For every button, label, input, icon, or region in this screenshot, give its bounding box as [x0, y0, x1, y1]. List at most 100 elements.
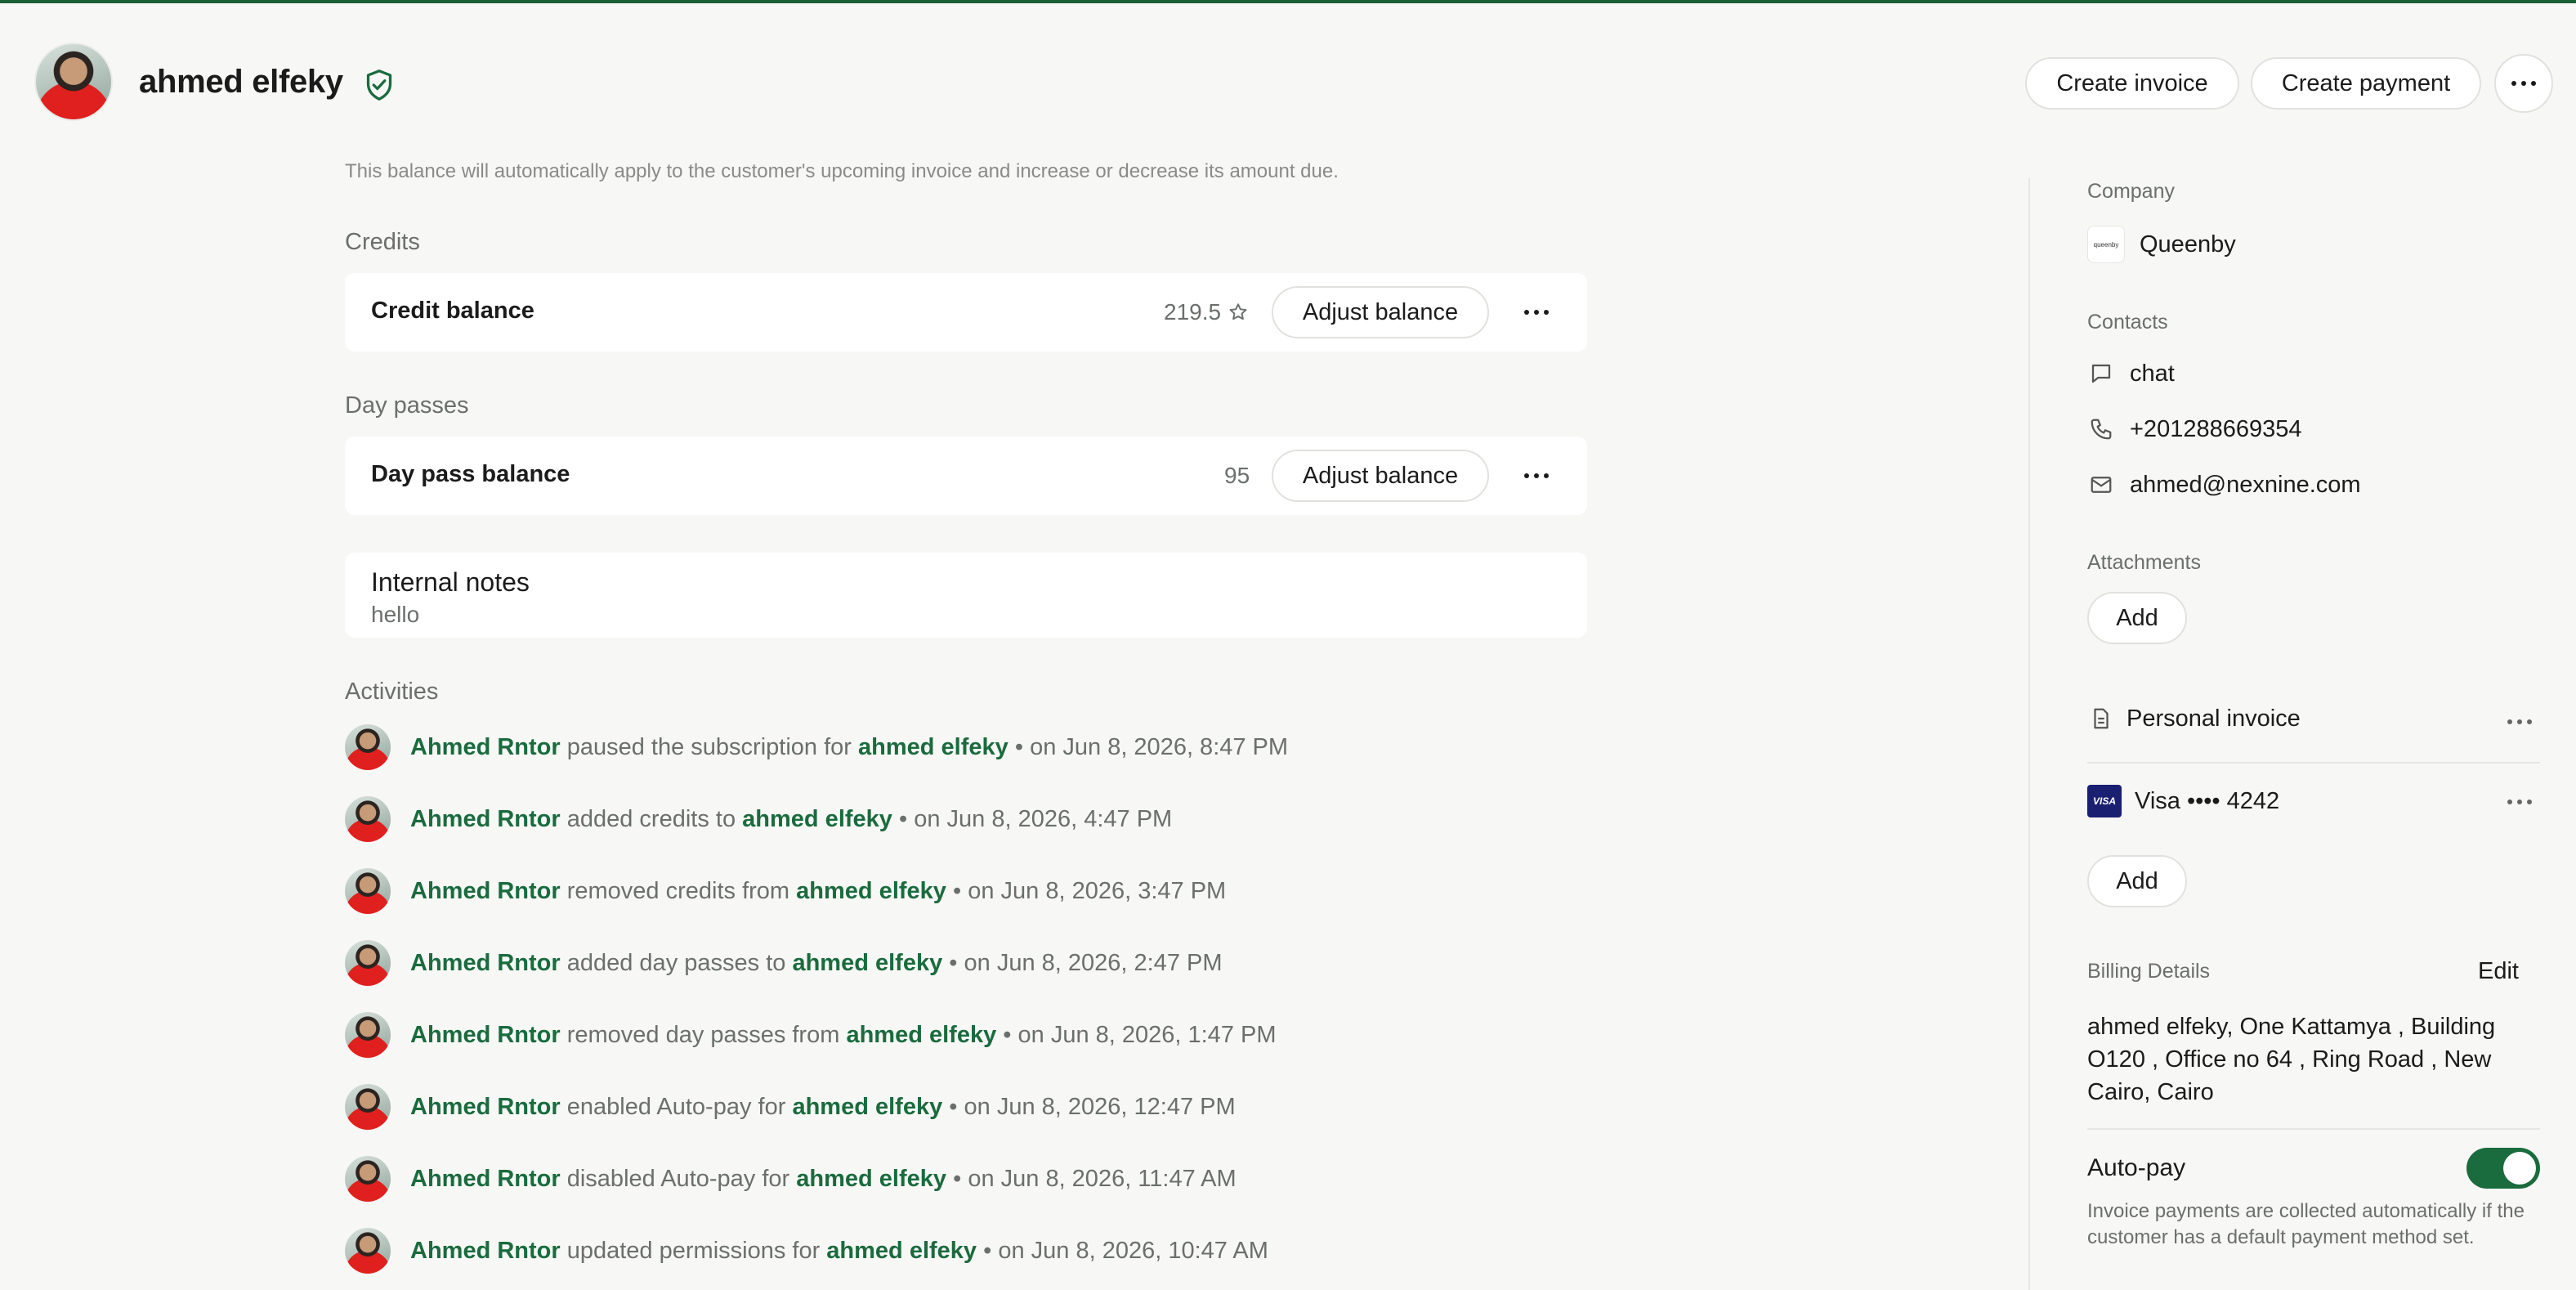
activity-target[interactable]: ahmed elfeky [796, 878, 946, 904]
activity-actor[interactable]: Ahmed Rntor [410, 1022, 561, 1048]
more-dots-icon [1524, 310, 1549, 315]
activity-target[interactable]: ahmed elfeky [846, 1022, 996, 1048]
add-payment-method-button[interactable]: Add [2087, 855, 2187, 907]
page-header: ahmed elfeky Create invoice Create payme… [0, 3, 2576, 157]
contact-chat-label: chat [2130, 360, 2175, 387]
personal-invoice-more-button[interactable] [2507, 719, 2532, 724]
personal-invoice-label: Personal invoice [2127, 705, 2301, 732]
credit-balance-value-wrap: 219.5 [1164, 299, 1249, 325]
payment-card-item[interactable]: VISA Visa •••• 4242 [2087, 785, 2279, 817]
credit-balance-card: Credit balance 219.5 Adjust balance [345, 273, 1587, 352]
billing-address: ahmed elfeky, One Kattamya , Building O1… [2087, 1014, 2496, 1105]
credit-balance-title: Credit balance [371, 298, 534, 324]
more-dots-icon [2507, 800, 2532, 804]
company-logo: queenby [2087, 226, 2125, 263]
activity-actor[interactable]: Ahmed Rntor [410, 1238, 561, 1264]
activity-target[interactable]: ahmed elfeky [858, 734, 1008, 760]
activity-time: on Jun 8, 2026, 12:47 PM [964, 1093, 1236, 1120]
contacts-label: Contacts [2087, 311, 2168, 334]
activity-action: paused the subscription for [566, 733, 852, 760]
activity-actor[interactable]: Ahmed Rntor [410, 806, 561, 832]
add-attachment-button[interactable]: Add [2087, 592, 2187, 644]
attachments-label: Attachments [2087, 551, 2201, 574]
activity-target[interactable]: ahmed elfeky [826, 1238, 977, 1264]
day-pass-balance-title: Day pass balance [371, 461, 570, 487]
autopay-toggle[interactable] [2466, 1148, 2540, 1189]
activity-target[interactable]: ahmed elfeky [742, 806, 892, 832]
activity-item: Ahmed Rntor disabled Auto-pay for ahmed … [345, 1154, 1237, 1203]
day-pass-balance-card: Day pass balance 95 Adjust balance [345, 437, 1587, 515]
activity-actor[interactable]: Ahmed Rntor [410, 734, 561, 760]
activity-time: on Jun 8, 2026, 10:47 AM [998, 1237, 1268, 1264]
credits-section-label: Credits [345, 229, 420, 255]
day-pass-balance-value: 95 [1224, 463, 1250, 488]
balance-note: This balance will automatically apply to… [345, 160, 1339, 182]
divider [2087, 762, 2540, 764]
activity-item: Ahmed Rntor added day passes to ahmed el… [345, 938, 1223, 988]
activity-time: on Jun 8, 2026, 4:47 PM [914, 805, 1173, 832]
personal-invoice-item[interactable]: Personal invoice [2087, 705, 2301, 732]
credit-more-button[interactable] [1510, 293, 1563, 332]
adjust-day-pass-balance-button[interactable]: Adjust balance [1272, 450, 1489, 502]
edit-billing-button[interactable]: Edit [2478, 958, 2519, 985]
avatar [345, 1084, 391, 1130]
day-pass-more-button[interactable] [1510, 456, 1563, 495]
internal-notes-card[interactable]: Internal notes hello [345, 553, 1587, 638]
activity-time: on Jun 8, 2026, 8:47 PM [1030, 733, 1289, 760]
activity-text: Ahmed Rntor removed day passes from ahme… [410, 1021, 1277, 1048]
activity-time: on Jun 8, 2026, 2:47 PM [964, 949, 1223, 976]
autopay-label: Auto-pay [2087, 1154, 2186, 1181]
company-name: Queenby [2140, 231, 2236, 258]
activity-actor[interactable]: Ahmed Rntor [410, 950, 561, 976]
avatar [345, 1012, 391, 1058]
activity-action: removed day passes from [566, 1021, 840, 1048]
chat-icon [2087, 360, 2115, 387]
billing-details-label: Billing Details [2087, 960, 2211, 983]
divider [2087, 1128, 2540, 1130]
activity-item: Ahmed Rntor removed credits from ahmed e… [345, 867, 1226, 916]
avatar [34, 43, 113, 121]
day-passes-section-label: Day passes [345, 392, 469, 419]
activity-actor[interactable]: Ahmed Rntor [410, 1166, 561, 1192]
activity-action: updated permissions for [566, 1237, 821, 1264]
contact-email[interactable]: ahmed@nexnine.com [2087, 471, 2361, 499]
activity-time: on Jun 8, 2026, 1:47 PM [1017, 1021, 1277, 1048]
star-icon [1229, 303, 1247, 320]
activity-target[interactable]: ahmed elfeky [792, 950, 942, 976]
activity-time: on Jun 8, 2026, 11:47 AM [968, 1165, 1237, 1192]
create-payment-button[interactable]: Create payment [2251, 57, 2481, 110]
more-dots-icon [1524, 473, 1549, 478]
payment-card-more-button[interactable] [2507, 800, 2532, 804]
activity-actor[interactable]: Ahmed Rntor [410, 878, 561, 904]
internal-notes-title: Internal notes [371, 567, 530, 597]
header-more-button[interactable] [2494, 54, 2553, 113]
activity-actor[interactable]: Ahmed Rntor [410, 1094, 561, 1120]
contact-phone[interactable]: +201288669354 [2087, 415, 2301, 443]
activity-target[interactable]: ahmed elfeky [796, 1166, 946, 1192]
autopay-description: Invoice payments are collected automatic… [2087, 1200, 2525, 1248]
activity-item: Ahmed Rntor removed day passes from ahme… [345, 1010, 1277, 1059]
activity-item: Ahmed Rntor added credits to ahmed elfek… [345, 795, 1172, 844]
contact-chat[interactable]: chat [2087, 360, 2175, 387]
avatar [345, 796, 391, 842]
activity-action: added credits to [566, 805, 736, 832]
activity-action: enabled Auto-pay for [566, 1093, 786, 1120]
activity-item: Ahmed Rntor paused the subscription for … [345, 723, 1288, 772]
activity-text: Ahmed Rntor paused the subscription for … [410, 733, 1289, 760]
create-invoice-button[interactable]: Create invoice [2025, 57, 2239, 110]
avatar [345, 940, 391, 986]
activity-item: Ahmed Rntor enabled Auto-pay for ahmed e… [345, 1082, 1236, 1131]
activity-target[interactable]: ahmed elfeky [792, 1094, 942, 1120]
phone-icon [2087, 415, 2115, 443]
visa-icon: VISA [2087, 785, 2122, 817]
adjust-credit-balance-button[interactable]: Adjust balance [1272, 286, 1489, 338]
activity-text: Ahmed Rntor enabled Auto-pay for ahmed e… [410, 1093, 1236, 1120]
activity-time: on Jun 8, 2026, 3:47 PM [968, 877, 1227, 904]
verified-shield-icon [366, 69, 392, 101]
avatar [345, 868, 391, 914]
company-item[interactable]: queenby Queenby [2087, 226, 2236, 263]
internal-notes-body: hello [371, 602, 420, 627]
document-icon [2087, 705, 2115, 732]
payment-card-label: Visa •••• 4242 [2135, 787, 2280, 814]
credit-balance-value: 219.5 [1164, 299, 1222, 325]
